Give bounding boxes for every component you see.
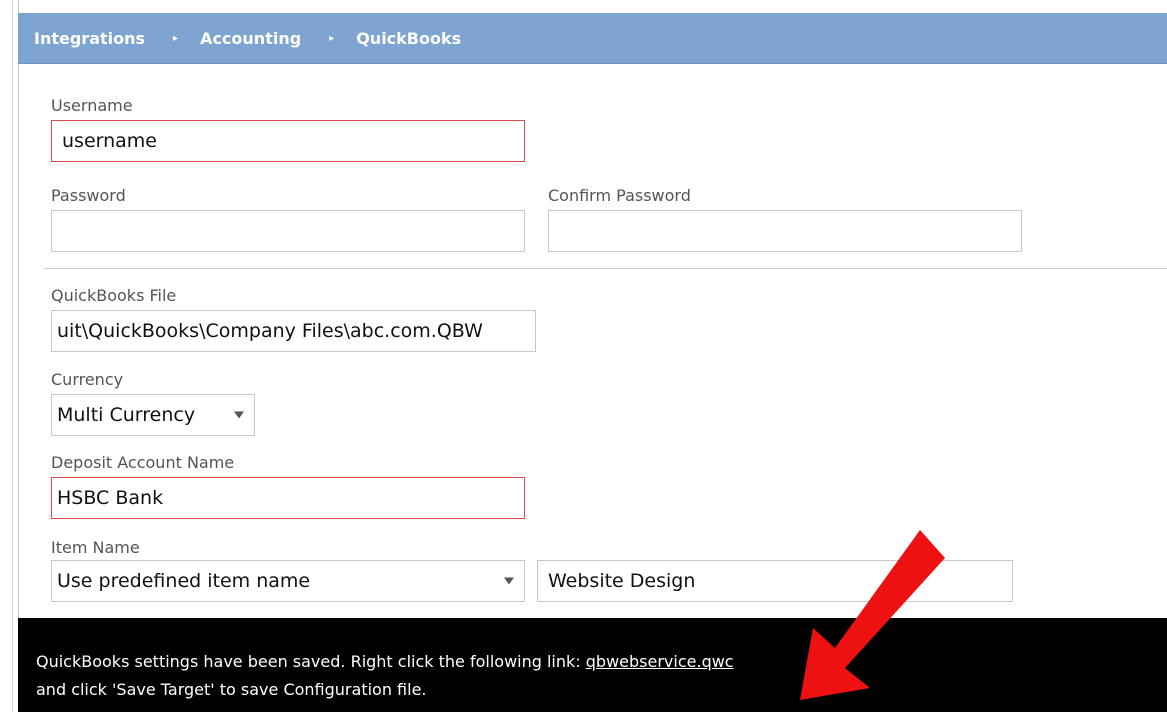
username-input[interactable]: username bbox=[51, 120, 525, 162]
username-label: Username bbox=[51, 96, 133, 115]
currency-selected-value: Multi Currency bbox=[57, 404, 196, 426]
confirm-password-label: Confirm Password bbox=[548, 186, 691, 205]
caret-right-icon: ▸ bbox=[329, 32, 335, 44]
item-name-selected-value: Use predefined item name bbox=[57, 570, 311, 592]
deposit-account-label: Deposit Account Name bbox=[51, 453, 235, 472]
item-name-input[interactable]: Website Design bbox=[537, 560, 1013, 602]
quickbooks-file-input[interactable]: uit\QuickBooks\Company Files\abc.com.QBW bbox=[51, 310, 536, 352]
breadcrumb-quickbooks[interactable]: QuickBooks bbox=[356, 29, 461, 48]
chevron-down-icon bbox=[234, 411, 244, 419]
deposit-account-input[interactable]: HSBC Bank bbox=[51, 477, 525, 519]
breadcrumb-accounting[interactable]: Accounting bbox=[200, 29, 301, 48]
save-notice-banner: QuickBooks settings have been saved. Rig… bbox=[18, 618, 1167, 712]
password-input[interactable] bbox=[51, 210, 525, 252]
notice-line-1: QuickBooks settings have been saved. Rig… bbox=[36, 652, 734, 671]
currency-select[interactable]: Multi Currency bbox=[51, 394, 255, 436]
notice-line-2: and click 'Save Target' to save Configur… bbox=[36, 680, 427, 699]
breadcrumb-integrations[interactable]: Integrations bbox=[34, 29, 145, 48]
settings-panel bbox=[18, 0, 1167, 618]
section-divider bbox=[43, 268, 1167, 269]
quickbooks-file-label: QuickBooks File bbox=[51, 286, 177, 305]
breadcrumb: Integrations ▸ Accounting ▸ QuickBooks bbox=[18, 13, 1167, 64]
currency-label: Currency bbox=[51, 370, 124, 389]
caret-right-icon: ▸ bbox=[173, 32, 179, 44]
window-left-edge bbox=[0, 0, 13, 712]
config-file-link[interactable]: qbwebservice.qwc bbox=[586, 652, 734, 671]
password-label: Password bbox=[51, 186, 126, 205]
notice-text: QuickBooks settings have been saved. Rig… bbox=[36, 652, 586, 671]
confirm-password-input[interactable] bbox=[548, 210, 1022, 252]
item-name-select[interactable]: Use predefined item name bbox=[51, 560, 525, 602]
item-name-label: Item Name bbox=[51, 538, 140, 557]
chevron-down-icon bbox=[504, 577, 514, 585]
